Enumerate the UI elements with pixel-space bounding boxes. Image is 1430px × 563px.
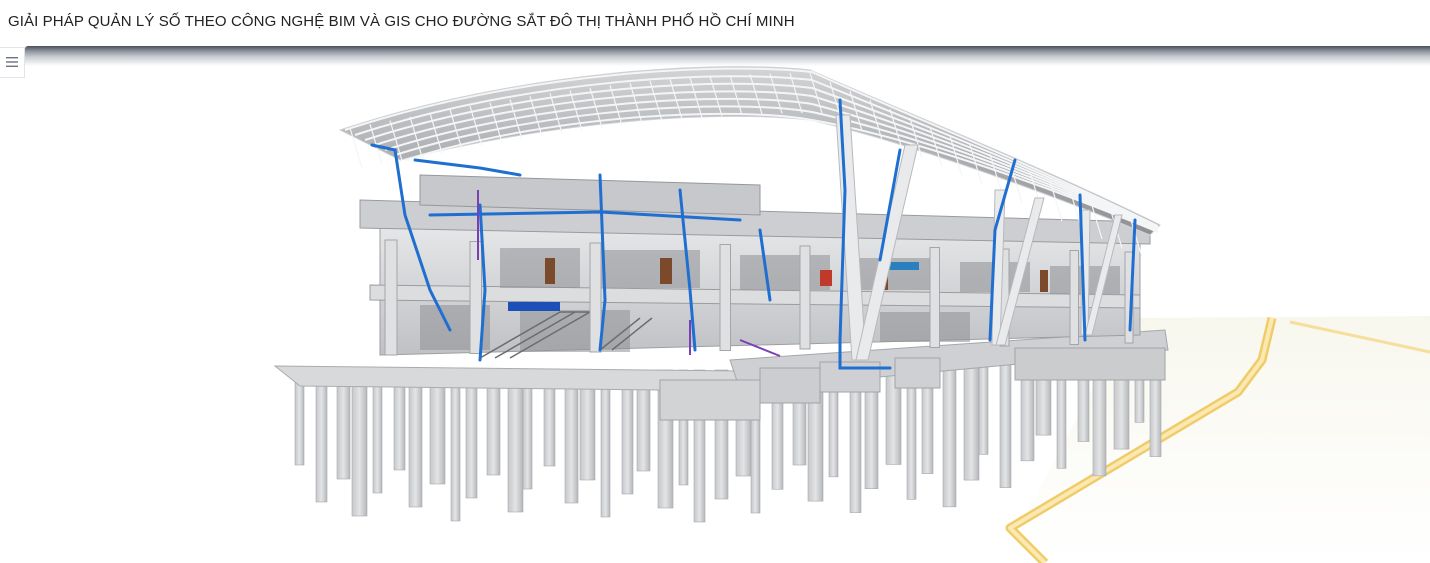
pile: [315, 369, 328, 503]
column: [1069, 250, 1079, 345]
station-sign: [508, 302, 560, 311]
page-title: GIẢI PHÁP QUẢN LÝ SỐ THEO CÔNG NGHỆ BIM …: [8, 13, 795, 30]
pile-cap-block: [894, 357, 941, 389]
pile: [450, 369, 461, 522]
pile: [600, 369, 611, 518]
pile: [408, 369, 423, 508]
pile-cap-block: [1014, 347, 1166, 381]
pile: [963, 357, 980, 481]
pile: [942, 358, 957, 508]
bim-3d-viewer[interactable]: [0, 46, 1430, 563]
pile: [372, 369, 383, 494]
column: [719, 244, 731, 351]
column: [384, 239, 398, 356]
pile-cap-block: [759, 367, 821, 404]
column: [799, 245, 811, 350]
pile: [465, 369, 478, 499]
column: [929, 247, 940, 348]
app-header: GIẢI PHÁP QUẢN LÝ SỐ THEO CÔNG NGHỆ BIM …: [0, 0, 1430, 46]
pile: [978, 356, 989, 455]
pile: [999, 355, 1012, 488]
column: [469, 241, 482, 354]
pile: [564, 369, 579, 504]
pile: [507, 369, 524, 513]
pile: [351, 369, 368, 517]
station-model[interactable]: [0, 46, 1430, 563]
column: [589, 242, 602, 353]
pipe: [413, 158, 522, 177]
pile-cap-block: [659, 379, 761, 421]
